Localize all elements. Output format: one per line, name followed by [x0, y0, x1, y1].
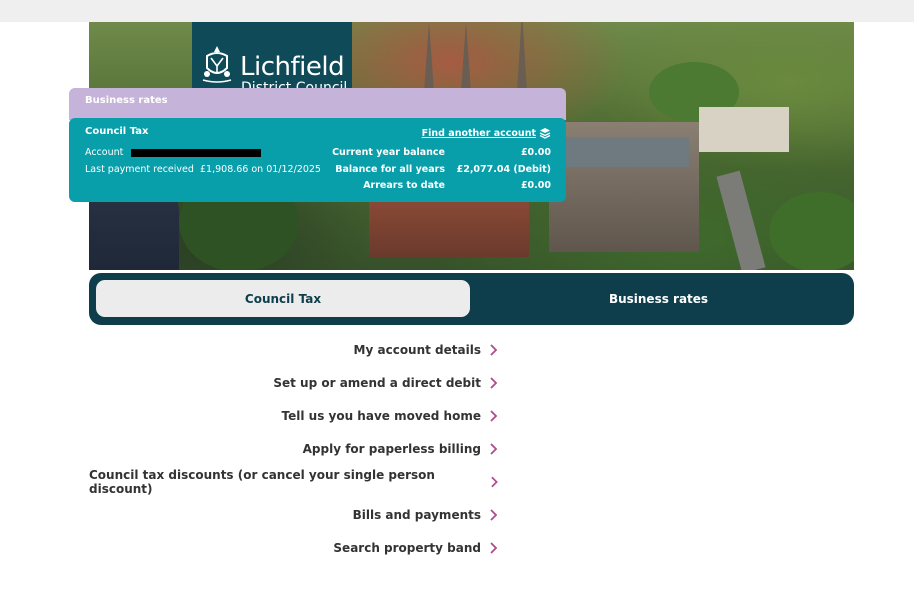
link-council-tax-discounts[interactable]: Council tax discounts (or cancel your si…: [89, 465, 499, 498]
hero-spire: [461, 22, 471, 92]
business-rates-strip-label: Business rates: [85, 95, 168, 106]
logo-name: Lichfield: [240, 52, 345, 82]
link-label: Set up or amend a direct debit: [273, 375, 481, 390]
browser-top-bar: [0, 0, 914, 22]
current-year-balance-label: Current year balance: [332, 147, 445, 158]
current-year-balance-value: £0.00: [520, 147, 551, 158]
panel-title: Council Tax: [85, 126, 149, 137]
link-paperless-billing[interactable]: Apply for paperless billing: [89, 432, 499, 465]
arrears-label: Arrears to date: [363, 180, 445, 191]
council-tax-panel: Council Tax Find another account Account…: [69, 118, 566, 202]
stack-icon[interactable]: [539, 127, 551, 139]
hero-mansion: [699, 107, 789, 152]
arrears-value: £0.00: [520, 180, 551, 191]
account-label: Account: [85, 147, 124, 158]
link-moved-home[interactable]: Tell us you have moved home: [89, 399, 499, 432]
link-label: Council tax discounts (or cancel your si…: [89, 467, 435, 496]
business-rates-strip[interactable]: Business rates: [69, 88, 566, 120]
council-logo[interactable]: Lichfield District Council: [192, 22, 352, 88]
council-tax-links: My account details Set up or amend a dir…: [89, 333, 499, 564]
chevron-right-icon: [490, 442, 498, 455]
link-label: Bills and payments: [352, 507, 481, 522]
link-direct-debit[interactable]: Set up or amend a direct debit: [89, 366, 499, 399]
hero-road: [716, 170, 766, 270]
link-my-account-details[interactable]: My account details: [89, 333, 499, 366]
find-another-account-link[interactable]: Find another account: [422, 128, 536, 139]
balance-all-years-value: £2,077.04 (Debit): [456, 164, 551, 175]
chevron-right-icon: [490, 476, 498, 487]
link-label: Tell us you have moved home: [281, 408, 481, 423]
link-label: Apply for paperless billing: [302, 441, 481, 456]
link-search-property-band[interactable]: Search property band: [89, 531, 499, 564]
hero-cathedral-roof: [559, 137, 689, 167]
tab-council-tax[interactable]: Council Tax: [96, 280, 470, 317]
chevron-right-icon: [490, 343, 498, 356]
crest-icon: [202, 46, 232, 83]
tab-business-rates[interactable]: Business rates: [470, 280, 847, 317]
last-payment-label: Last payment received: [85, 164, 194, 175]
hero-spire: [517, 22, 527, 92]
link-label: Search property band: [333, 540, 481, 555]
hero-trees: [769, 192, 854, 270]
chevron-right-icon: [490, 541, 498, 554]
chevron-right-icon: [490, 409, 498, 422]
last-payment-value: £1,908.66 on 01/12/2025: [200, 164, 321, 175]
link-bills-and-payments[interactable]: Bills and payments: [89, 498, 499, 531]
hero-houses: [369, 197, 529, 257]
balance-all-years-label: Balance for all years: [335, 164, 445, 175]
redacted-account-number: [131, 149, 261, 157]
chevron-right-icon: [490, 508, 498, 521]
chevron-right-icon: [490, 376, 498, 389]
hero-spire: [424, 22, 434, 92]
logo-subtitle: District Council: [241, 80, 348, 88]
link-label: My account details: [353, 342, 481, 357]
account-type-tabs: Council Tax Business rates: [89, 273, 854, 325]
